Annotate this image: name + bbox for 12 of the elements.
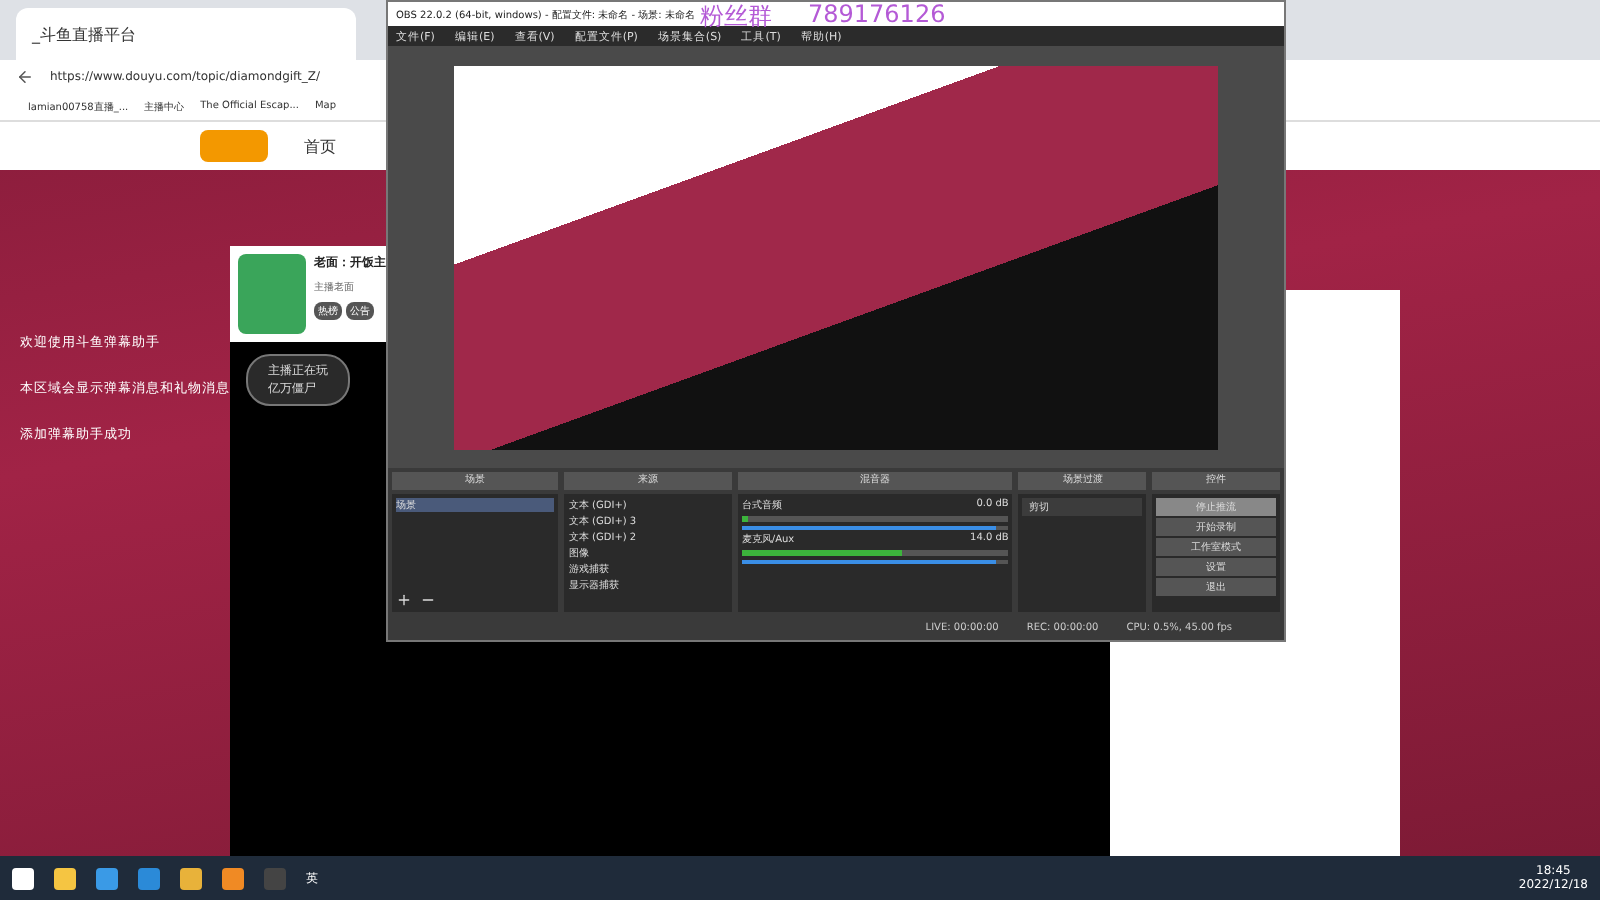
logo-icon	[200, 130, 268, 162]
nav-link[interactable]: 首页	[304, 135, 336, 157]
browser-tab[interactable]: _斗鱼直播平台	[16, 8, 356, 60]
overlay-label: 粉丝群	[700, 0, 772, 31]
taskbar-app-icon[interactable]	[12, 867, 34, 889]
avatar-placeholder	[238, 254, 306, 334]
back-icon[interactable]	[16, 67, 34, 85]
taskbar-app-icon[interactable]	[222, 867, 244, 889]
taskbar-app-icon[interactable]	[54, 867, 76, 889]
add-icon[interactable]	[396, 592, 412, 608]
taskbar-app-icon[interactable]	[180, 867, 202, 889]
overlay-number: 789176126	[808, 0, 946, 31]
